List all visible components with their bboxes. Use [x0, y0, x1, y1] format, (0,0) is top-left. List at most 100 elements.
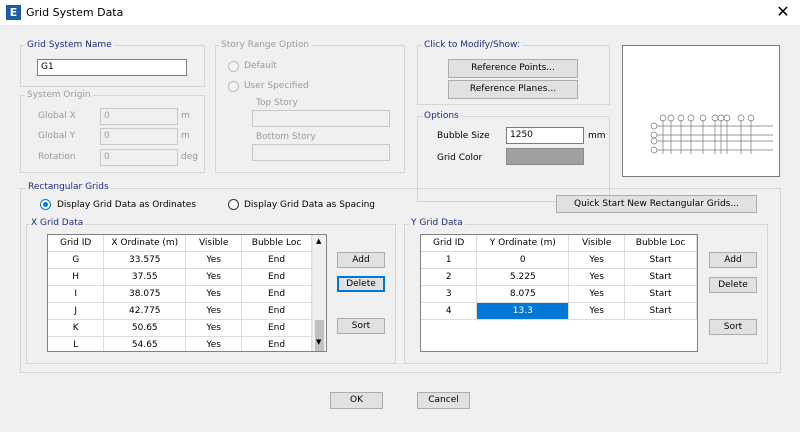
cell[interactable]: 50.65 [103, 319, 187, 337]
cell[interactable]: Yes [185, 302, 243, 320]
cell[interactable]: K [48, 319, 105, 337]
default-radio[interactable] [228, 61, 239, 72]
cell[interactable]: End [241, 268, 312, 286]
y-col-bubble-loc: Bubble Loc [624, 235, 697, 252]
reference-points-button[interactable]: Reference Points... [448, 59, 578, 78]
bubble-size-label: Bubble Size [437, 131, 490, 141]
cancel-button[interactable]: Cancel [417, 392, 470, 409]
cell[interactable]: 5.225 [476, 268, 570, 286]
ok-button[interactable]: OK [330, 392, 383, 409]
cell[interactable]: Yes [185, 251, 243, 269]
y-delete-button[interactable]: Delete [709, 277, 757, 293]
table-row[interactable]: 4 13.3 Yes Start [421, 302, 697, 320]
table-row[interactable]: K 50.65 Yes End [48, 319, 312, 337]
bottom-story-label: Bottom Story [256, 132, 316, 142]
y-add-button[interactable]: Add [709, 252, 757, 268]
cell[interactable]: 33.575 [103, 251, 187, 269]
cell[interactable]: Yes [185, 336, 243, 351]
quick-start-button[interactable]: Quick Start New Rectangular Grids... [556, 195, 757, 213]
rectangular-grids-label: Rectangular Grids [26, 182, 111, 192]
cell[interactable]: Start [624, 268, 697, 286]
close-icon[interactable]: ✕ [772, 2, 794, 22]
cell[interactable]: I [48, 285, 105, 303]
global-x-input[interactable]: 0 [100, 108, 178, 125]
selected-cell[interactable]: 13.3 [476, 302, 570, 320]
x-delete-button[interactable]: Delete [337, 276, 385, 292]
cell[interactable]: 1 [421, 251, 478, 269]
table-row[interactable]: 3 8.075 Yes Start [421, 285, 697, 303]
cell[interactable]: 8.075 [476, 285, 570, 303]
x-col-ordinate: X Ordinate (m) [103, 235, 187, 252]
ordinates-radio[interactable] [40, 199, 51, 210]
y-grid-table: Grid ID Y Ordinate (m) Visible Bubble Lo… [421, 235, 697, 320]
y-sort-button[interactable]: Sort [709, 319, 757, 335]
table-row[interactable]: G 33.575 Yes End [48, 251, 312, 269]
cell[interactable]: 3 [421, 285, 478, 303]
x-sort-button[interactable]: Sort [337, 318, 385, 334]
cell[interactable]: Yes [185, 268, 243, 286]
spacing-radio[interactable] [228, 199, 239, 210]
table-row[interactable]: 2 5.225 Yes Start [421, 268, 697, 286]
cell[interactable]: 37.55 [103, 268, 187, 286]
table-row[interactable]: I 38.075 Yes End [48, 285, 312, 303]
global-y-label: Global Y [38, 131, 76, 141]
cell[interactable]: Yes [568, 251, 626, 269]
cell[interactable]: End [241, 302, 312, 320]
rotation-label: Rotation [38, 152, 76, 162]
global-y-input[interactable]: 0 [100, 128, 178, 145]
window-title: Grid System Data [26, 6, 124, 19]
x-grid-scrollbar[interactable]: ▲ ▼ [312, 235, 326, 351]
cell[interactable]: Start [624, 285, 697, 303]
bubble-size-input[interactable]: 1250 [506, 127, 584, 144]
user-specified-radio-label: User Specified [244, 81, 309, 91]
cell[interactable]: Start [624, 251, 697, 269]
cell[interactable]: J [48, 302, 105, 320]
cell[interactable]: 54.65 [103, 336, 187, 351]
cell[interactable]: H [48, 268, 105, 286]
cell[interactable]: Yes [568, 285, 626, 303]
y-col-ordinate: Y Ordinate (m) [476, 235, 570, 252]
global-y-unit: m [181, 131, 190, 141]
x-grid-table: Grid ID X Ordinate (m) Visible Bubble Lo… [48, 235, 312, 351]
cell[interactable]: Start [624, 302, 697, 320]
cell[interactable]: 2 [421, 268, 478, 286]
cell[interactable]: End [241, 336, 312, 351]
rotation-input[interactable]: 0 [100, 149, 178, 166]
scroll-thumb[interactable] [315, 320, 324, 351]
etabs-app-icon: E [6, 5, 21, 20]
table-row[interactable]: H 37.55 Yes End [48, 268, 312, 286]
cell[interactable]: 38.075 [103, 285, 187, 303]
x-col-visible: Visible [185, 235, 243, 252]
click-to-modify-label: Click to Modify/Show: [422, 40, 522, 50]
cell[interactable]: End [241, 319, 312, 337]
user-specified-radio[interactable] [228, 81, 239, 92]
cell[interactable]: End [241, 285, 312, 303]
cell[interactable]: Yes [568, 302, 626, 320]
bubble-size-unit: mm [588, 131, 606, 141]
cell[interactable]: End [241, 251, 312, 269]
top-story-select[interactable] [252, 110, 390, 127]
global-x-label: Global X [38, 111, 76, 121]
cell[interactable]: 0 [476, 251, 570, 269]
cell[interactable]: G [48, 251, 105, 269]
scroll-down-icon[interactable]: ▼ [316, 338, 321, 346]
scroll-up-icon[interactable]: ▲ [316, 237, 321, 245]
cell[interactable]: Yes [185, 285, 243, 303]
table-row[interactable]: L 54.65 Yes End [48, 336, 312, 351]
grid-color-swatch[interactable] [506, 148, 584, 165]
cell[interactable]: 4 [421, 302, 478, 320]
grid-system-name-input[interactable]: G1 [37, 59, 187, 76]
grid-preview [622, 45, 780, 177]
reference-planes-button[interactable]: Reference Planes... [448, 80, 578, 99]
default-radio-label: Default [244, 61, 277, 71]
cell[interactable]: Yes [185, 319, 243, 337]
x-add-button[interactable]: Add [337, 252, 385, 268]
bottom-story-select[interactable] [252, 144, 390, 161]
table-row[interactable]: J 42.775 Yes End [48, 302, 312, 320]
title-bar: E Grid System Data ✕ [0, 0, 800, 26]
cell[interactable]: 42.775 [103, 302, 187, 320]
y-col-visible: Visible [568, 235, 626, 252]
table-row[interactable]: 1 0 Yes Start [421, 251, 697, 269]
cell[interactable]: Yes [568, 268, 626, 286]
cell[interactable]: L [48, 336, 105, 351]
